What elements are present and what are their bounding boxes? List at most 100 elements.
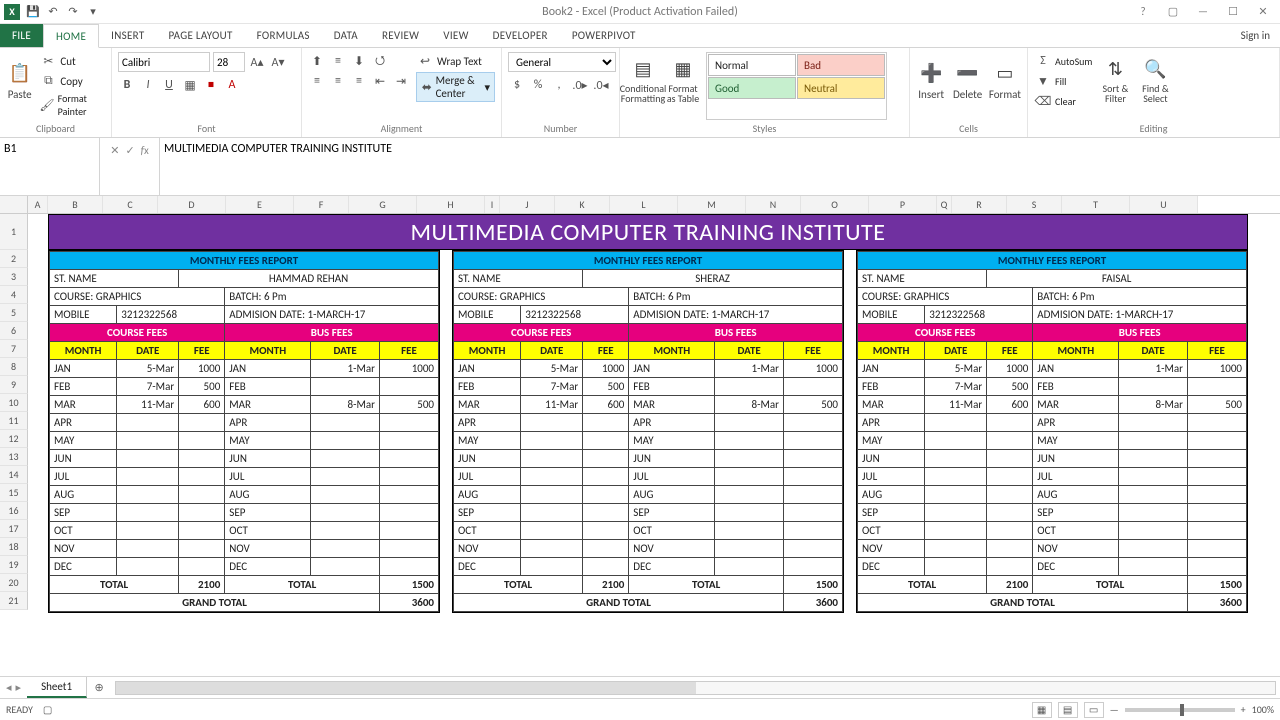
col-header[interactable]: O: [801, 196, 869, 213]
fx-icon[interactable]: fx: [141, 144, 149, 157]
row-header[interactable]: 1: [0, 214, 28, 250]
align-center-icon[interactable]: ≡: [329, 72, 347, 90]
tab-developer[interactable]: DEVELOPER: [481, 24, 560, 47]
zoom-out-icon[interactable]: —: [1110, 703, 1119, 716]
select-all-box[interactable]: [0, 196, 28, 213]
qat-customize-icon[interactable]: ▾: [84, 3, 102, 21]
tab-review[interactable]: REVIEW: [370, 24, 431, 47]
align-right-icon[interactable]: ≡: [350, 72, 368, 90]
increase-decimal-icon[interactable]: .0▸: [571, 76, 589, 94]
paste-button[interactable]: 📋 Paste: [6, 52, 33, 108]
row-header[interactable]: 9: [0, 376, 28, 394]
col-header[interactable]: H: [417, 196, 485, 213]
comma-icon[interactable]: ,: [550, 76, 568, 94]
col-header[interactable]: A: [28, 196, 48, 213]
number-format-select[interactable]: General: [508, 52, 616, 72]
underline-button[interactable]: U: [160, 76, 178, 94]
row-header[interactable]: 5: [0, 304, 28, 322]
format-as-table-button[interactable]: ▦Format as Table: [666, 52, 700, 108]
percent-icon[interactable]: %: [529, 76, 547, 94]
format-painter-button[interactable]: 🖌Format Painter: [39, 92, 105, 118]
col-header[interactable]: J: [500, 196, 555, 213]
delete-cells-button[interactable]: ➖Delete: [952, 52, 982, 108]
increase-font-icon[interactable]: A▴: [248, 53, 266, 71]
zoom-level[interactable]: 100%: [1252, 703, 1274, 716]
enter-formula-icon[interactable]: ✓: [125, 144, 134, 157]
col-header[interactable]: D: [158, 196, 226, 213]
col-header[interactable]: C: [103, 196, 158, 213]
find-select-button[interactable]: 🔍Find & Select: [1138, 52, 1172, 108]
close-icon[interactable]: ✕: [1250, 3, 1276, 21]
zoom-slider[interactable]: [1125, 708, 1235, 712]
wrap-text-button[interactable]: ↩Wrap Text: [416, 52, 495, 70]
redo-icon[interactable]: ↷: [64, 3, 82, 21]
row-header[interactable]: 19: [0, 556, 28, 574]
row-header[interactable]: 12: [0, 430, 28, 448]
sheet-nav-next-icon[interactable]: ▸: [16, 681, 22, 694]
orientation-icon[interactable]: ⭯: [371, 52, 389, 70]
col-header[interactable]: L: [610, 196, 678, 213]
col-header[interactable]: S: [1007, 196, 1062, 213]
font-color-button[interactable]: A: [223, 76, 241, 94]
name-box[interactable]: [0, 138, 100, 195]
currency-icon[interactable]: $: [508, 76, 526, 94]
row-header[interactable]: 3: [0, 268, 28, 286]
fill-button[interactable]: ▼Fill: [1034, 72, 1092, 90]
col-header[interactable]: R: [952, 196, 1007, 213]
column-headers[interactable]: ABCDEFGHIJKLMNOPQRSTU: [0, 196, 1280, 214]
col-header[interactable]: M: [678, 196, 746, 213]
zoom-in-icon[interactable]: +: [1241, 703, 1246, 716]
col-header[interactable]: K: [555, 196, 610, 213]
sort-filter-button[interactable]: ⇅Sort & Filter: [1098, 52, 1132, 108]
col-header[interactable]: F: [294, 196, 349, 213]
row-header[interactable]: 14: [0, 466, 28, 484]
row-header[interactable]: 16: [0, 502, 28, 520]
fill-color-button[interactable]: ⏹: [202, 76, 220, 94]
italic-button[interactable]: I: [139, 76, 157, 94]
row-header[interactable]: 17: [0, 520, 28, 538]
style-neutral[interactable]: Neutral: [797, 77, 885, 99]
style-good[interactable]: Good: [708, 77, 796, 99]
style-normal[interactable]: Normal: [708, 54, 796, 76]
normal-view-icon[interactable]: ▦: [1032, 702, 1052, 718]
bold-button[interactable]: B: [118, 76, 136, 94]
col-header[interactable]: U: [1130, 196, 1198, 213]
undo-icon[interactable]: ↶: [44, 3, 62, 21]
row-header[interactable]: 7: [0, 340, 28, 358]
tab-page-layout[interactable]: PAGE LAYOUT: [156, 24, 244, 47]
tab-insert[interactable]: INSERT: [99, 24, 156, 47]
insert-cells-button[interactable]: ➕Insert: [916, 52, 946, 108]
style-bad[interactable]: Bad: [797, 54, 885, 76]
row-header[interactable]: 18: [0, 538, 28, 556]
cancel-formula-icon[interactable]: ✕: [110, 144, 119, 157]
font-size-input[interactable]: [213, 52, 245, 72]
align-top-icon[interactable]: ⬆: [308, 52, 326, 70]
ribbon-options-icon[interactable]: ▢: [1160, 3, 1186, 21]
col-header[interactable]: P: [869, 196, 937, 213]
sign-in-link[interactable]: Sign in: [1231, 24, 1280, 47]
row-header[interactable]: 15: [0, 484, 28, 502]
page-layout-view-icon[interactable]: ▤: [1058, 702, 1078, 718]
col-header[interactable]: B: [48, 196, 103, 213]
worksheet-grid[interactable]: ABCDEFGHIJKLMNOPQRSTU 123456789101112131…: [0, 196, 1280, 676]
format-cells-button[interactable]: ▭Format: [989, 52, 1021, 108]
tab-formulas[interactable]: FORMULAS: [245, 24, 322, 47]
row-header[interactable]: 6: [0, 322, 28, 340]
border-button[interactable]: ▦: [181, 76, 199, 94]
align-bottom-icon[interactable]: ⬇: [350, 52, 368, 70]
help-icon[interactable]: ?: [1130, 3, 1156, 21]
merge-center-button[interactable]: ⬌Merge & Center▾: [416, 72, 495, 102]
align-left-icon[interactable]: ≡: [308, 72, 326, 90]
sheet-tab-sheet1[interactable]: Sheet1: [27, 677, 87, 698]
conditional-formatting-button[interactable]: ▤Conditional Formatting: [626, 52, 660, 108]
tab-home[interactable]: HOME: [43, 24, 99, 48]
decrease-decimal-icon[interactable]: .0◂: [592, 76, 610, 94]
tab-file[interactable]: FILE: [0, 24, 43, 47]
clear-button[interactable]: ⌫Clear: [1034, 92, 1092, 110]
tab-powerpivot[interactable]: POWERPIVOT: [560, 24, 648, 47]
autosum-button[interactable]: ΣAutoSum: [1034, 52, 1092, 70]
col-header[interactable]: G: [349, 196, 417, 213]
formula-input[interactable]: [160, 138, 1280, 195]
row-header[interactable]: 2: [0, 250, 28, 268]
horizontal-scrollbar[interactable]: [115, 681, 1276, 695]
